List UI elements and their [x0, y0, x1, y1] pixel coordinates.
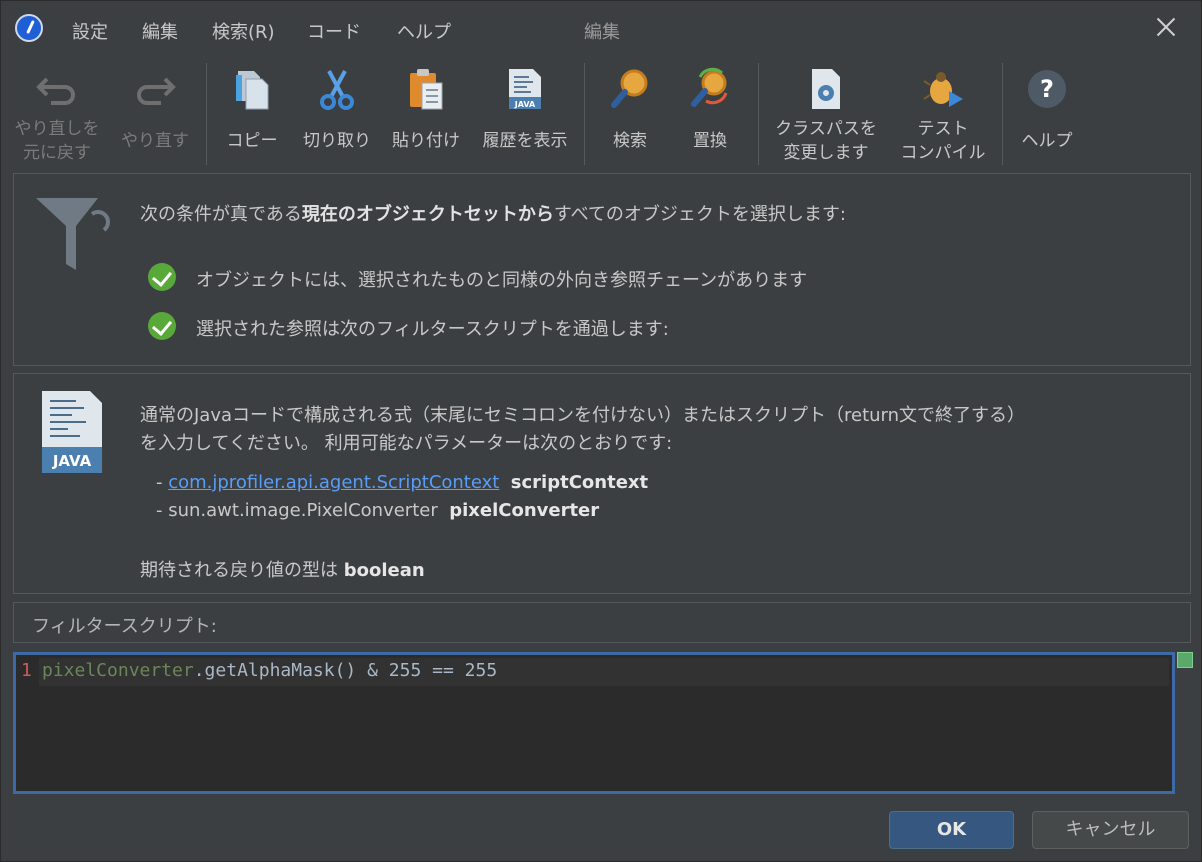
script-description-1: 通常のJavaコードで構成される式（末尾にセミコロンを付けない）またはスクリプト… [140, 405, 1026, 426]
redo-button[interactable]: やり直す [109, 57, 201, 167]
cancel-button[interactable]: キャンセル [1032, 811, 1189, 849]
script-info-panel: JAVA 通常のJavaコードで構成される式（末尾にセミコロンを付けない）または… [13, 373, 1191, 594]
param-item: - com.jprofiler.api.agent.ScriptContext … [156, 472, 649, 493]
help-label: ヘルプ [1021, 131, 1073, 151]
toolbar-separator [206, 63, 207, 165]
param-type-link[interactable]: com.jprofiler.api.agent.ScriptContext [168, 472, 499, 493]
filter-script-label: フィルタースクリプト: [32, 616, 217, 637]
condition-text: 選択された参照は次のフィルタースクリプトを通過します: [196, 319, 669, 340]
replace-icon [691, 67, 728, 107]
bug-compile-icon [923, 72, 963, 107]
toolbar-separator [1002, 63, 1003, 165]
ok-button[interactable]: OK [889, 811, 1014, 849]
return-type-line: 期待される戻り値の型は boolean [140, 556, 425, 582]
help-button[interactable]: ? ヘルプ [1011, 57, 1083, 167]
code-line[interactable]: pixelConverter.getAlphaMask() & 255 == 2… [42, 660, 497, 681]
app-logo-icon [15, 14, 43, 42]
change-classpath-button[interactable]: クラスパスを 変更します [767, 57, 885, 167]
find-button[interactable]: 検索 [593, 57, 667, 167]
undo-label-1: やり直しを [14, 119, 100, 139]
code-variable: pixelConverter [42, 660, 194, 681]
filter-script-label-bar: フィルタースクリプト: [13, 602, 1191, 643]
copy-icon [236, 71, 269, 110]
param-type: sun.awt.image.PixelConverter [168, 500, 438, 521]
toolbar-separator [584, 63, 585, 165]
classpath-label-2: 変更します [783, 143, 869, 163]
param-name: pixelConverter [449, 500, 600, 521]
menu-settings[interactable]: 設定 [72, 18, 108, 44]
show-history-button[interactable]: JAVA 履歴を表示 [473, 57, 577, 167]
script-description-2: を入力してください。 利用可能なパラメーターは次のとおりです: [140, 433, 673, 454]
paste-icon [410, 69, 443, 110]
filter-conditions-panel: 次の条件が真である現在のオブジェクトセットからすべてのオブジェクトを選択します:… [13, 173, 1191, 366]
copy-button[interactable]: コピー [213, 57, 291, 167]
filter-funnel-icon [36, 198, 110, 270]
magnifier-icon [611, 69, 648, 108]
param-name: scriptContext [510, 472, 649, 493]
svg-text:JAVA: JAVA [514, 100, 536, 109]
paste-label: 貼り付け [392, 131, 460, 151]
menu-edit[interactable]: 編集 [142, 18, 178, 44]
replace-label: 置換 [693, 131, 727, 151]
paste-button[interactable]: 貼り付け [385, 57, 467, 167]
redo-icon [137, 77, 176, 105]
check-icon [148, 263, 176, 291]
return-type-value: boolean [343, 560, 425, 581]
filter-intro-text: すべてのオブジェクトを選択します: [553, 204, 846, 225]
check-icon [148, 312, 176, 340]
replace-button[interactable]: 置換 [673, 57, 747, 167]
test-compile-button[interactable]: テスト コンパイル [891, 57, 995, 167]
java-file-icon: JAVA [42, 391, 102, 473]
cut-label: 切り取り [303, 131, 371, 151]
java-history-icon: JAVA [509, 69, 541, 109]
svg-text:?: ? [1040, 75, 1054, 103]
dialog-window: 設定 編集 検索(R) コード ヘルプ 編集 やり直しを 元に戻す やり直す コ… [0, 0, 1202, 862]
undo-button[interactable]: やり直しを 元に戻す [5, 57, 109, 167]
help-icon: ? [1028, 70, 1066, 108]
menu-code[interactable]: コード [307, 18, 361, 44]
window-title: 編集 [584, 22, 620, 43]
close-icon[interactable] [1151, 12, 1181, 42]
cut-button[interactable]: 切り取り [297, 57, 377, 167]
test-compile-label-2: コンパイル [900, 143, 986, 163]
classpath-label-1: クラスパスを [775, 119, 877, 139]
copy-label: コピー [226, 131, 278, 151]
find-label: 検索 [613, 131, 647, 151]
show-history-label: 履歴を表示 [482, 131, 568, 151]
test-compile-label-1: テスト [917, 119, 969, 139]
classpath-gear-icon [812, 69, 840, 109]
toolbar: やり直しを 元に戻す やり直す コピー 切り取り 貼り付け JAVA 履歴を表示… [1, 57, 1201, 169]
toolbar-separator [758, 63, 759, 165]
code-editor[interactable]: 1 pixelConverter.getAlphaMask() & 255 ==… [13, 652, 1175, 794]
menu-search[interactable]: 検索(R) [212, 18, 275, 44]
filter-intro-text: 次の条件が真である [140, 204, 302, 225]
condition-text: オブジェクトには、選択されたものと同様の外向き参照チェーンがあります [196, 270, 808, 291]
filter-intro: 次の条件が真である現在のオブジェクトセットからすべてのオブジェクトを選択します: [140, 200, 846, 226]
redo-label: やり直す [121, 131, 189, 151]
code-expression: .getAlphaMask() & 255 == 255 [193, 660, 498, 681]
scissors-icon [320, 70, 354, 110]
return-type-prefix: 期待される戻り値の型は [140, 560, 338, 581]
java-icon-label: JAVA [52, 452, 92, 470]
compile-status-indicator [1177, 652, 1193, 668]
param-item: - sun.awt.image.PixelConverter pixelConv… [156, 500, 600, 521]
menu-help[interactable]: ヘルプ [397, 18, 451, 44]
title-bar: 設定 編集 検索(R) コード ヘルプ 編集 [1, 1, 1201, 55]
line-number: 1 [21, 660, 32, 681]
undo-label-2: 元に戻す [23, 143, 91, 163]
undo-icon [36, 77, 75, 105]
filter-intro-bold: 現在のオブジェクトセットから [301, 204, 554, 225]
